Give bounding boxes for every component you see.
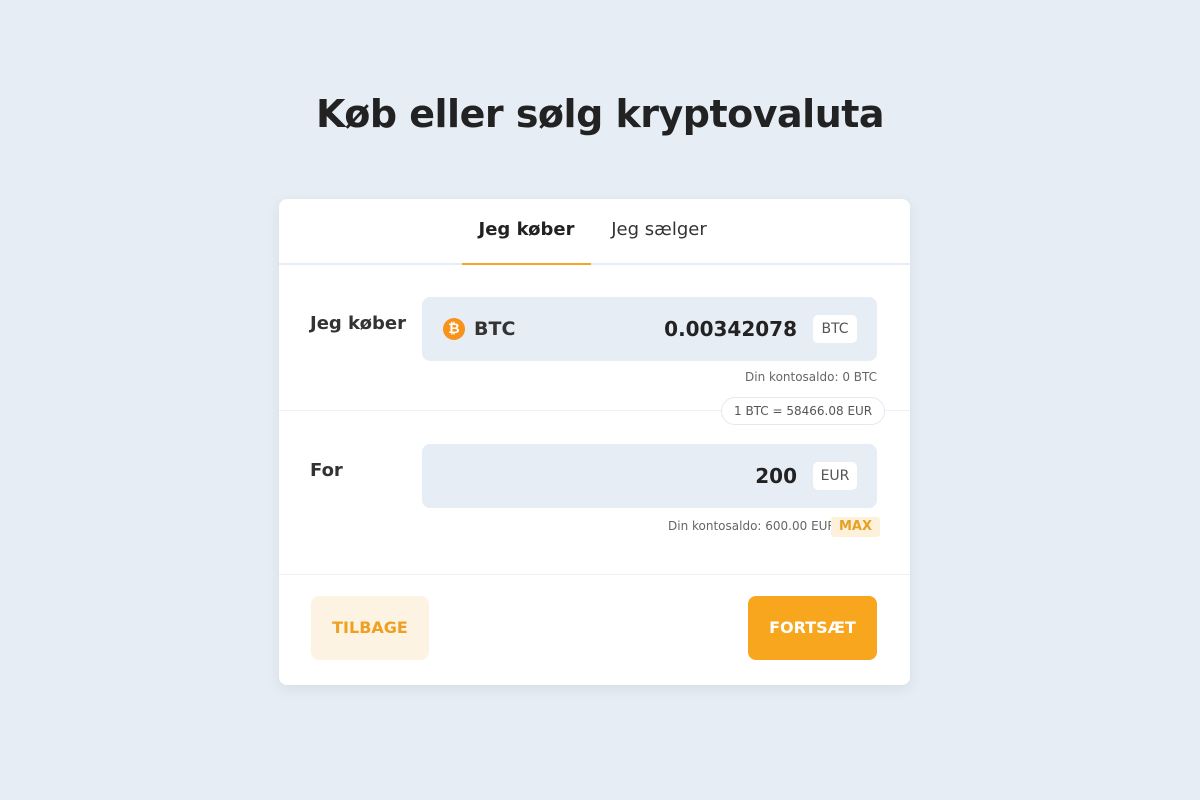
max-button[interactable]: MAX [831, 517, 881, 537]
buy-amount-value[interactable]: 0.00342078 [664, 297, 797, 361]
back-button[interactable]: TILBAGE [311, 596, 429, 660]
buy-amount-field[interactable]: ₿ BTC 0.00342078 BTC [422, 297, 877, 361]
bitcoin-icon: ₿ [443, 318, 465, 340]
continue-button[interactable]: FORTSÆT [748, 596, 877, 660]
tab-buy[interactable]: Jeg køber [462, 199, 591, 265]
coin-name: BTC [474, 318, 516, 340]
pay-amount-value[interactable]: 200 [755, 444, 797, 508]
exchange-card: Jeg køber Jeg sælger Jeg køber ₿ BTC 0.0… [279, 199, 910, 685]
footer-divider [279, 574, 910, 575]
buy-unit-badge: BTC [813, 315, 857, 343]
buy-balance-text: Din kontosaldo: 0 BTC [745, 370, 877, 384]
pay-balance-text: Din kontosaldo: 600.00 EUR [668, 519, 836, 533]
pay-amount-field[interactable]: 200 EUR [422, 444, 877, 508]
tab-bar: Jeg køber Jeg sælger [279, 199, 910, 265]
exchange-rate-pill: 1 BTC = 58466.08 EUR [721, 397, 886, 425]
tab-sell[interactable]: Jeg sælger [601, 199, 717, 263]
pay-unit-badge: EUR [813, 462, 857, 490]
buy-row-label: Jeg køber [310, 313, 406, 334]
pay-row-label: For [310, 460, 343, 481]
page-title: Køb eller sølg kryptovaluta [315, 92, 885, 136]
